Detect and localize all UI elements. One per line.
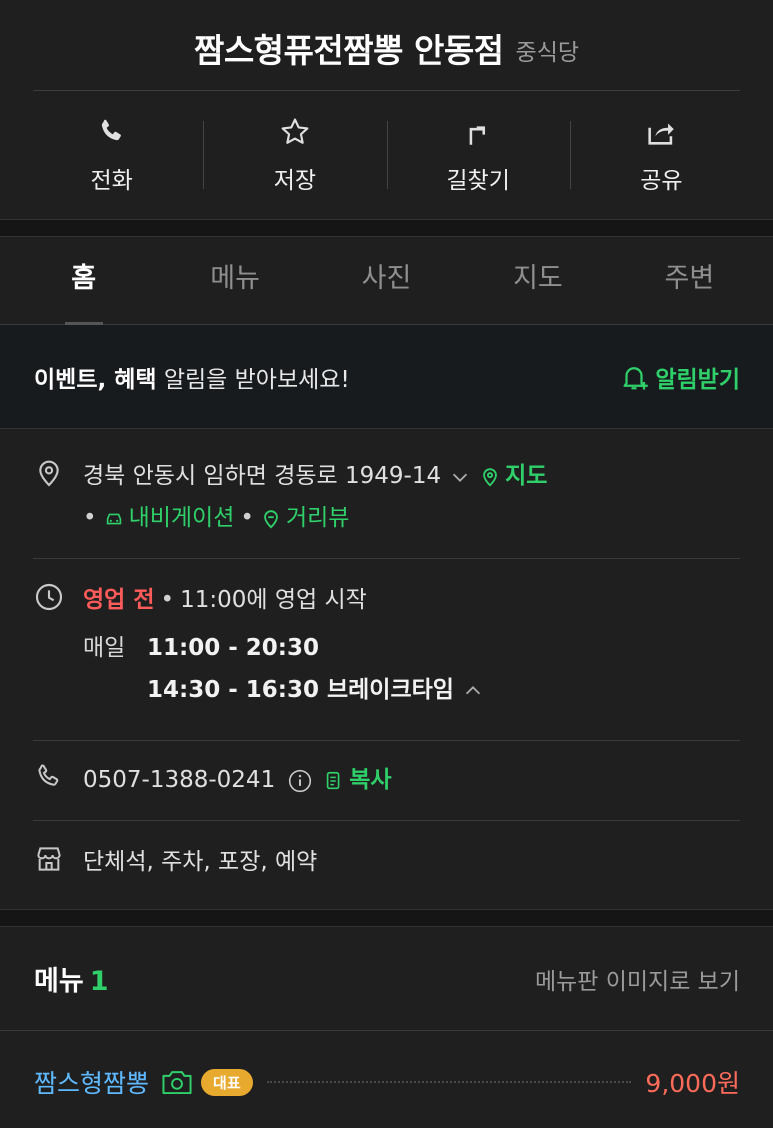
hours-open: 11:00 - 20:30: [147, 635, 319, 661]
notice-rest: 알림을 받아보세요!: [156, 366, 350, 393]
directions-icon: [469, 126, 486, 145]
notice-bold: 이벤트, 혜택: [34, 366, 157, 393]
directions-label: 길찾기: [446, 168, 510, 194]
section-gap: [0, 219, 773, 237]
call-button[interactable]: 전화: [20, 91, 203, 219]
call-label: 전화: [90, 168, 133, 194]
place-page: 짬스형퓨전짬뽕 안동점 중식당 전화 저장 길찾기 공유 홈 메뉴 사진 지도 …: [0, 0, 773, 1128]
directions-button[interactable]: 길찾기: [386, 91, 570, 219]
place-title: 짬스형퓨전짬뽕 안동점: [193, 31, 504, 70]
signature-badge: 대표: [201, 1068, 253, 1096]
menu-title: 메뉴: [34, 966, 84, 997]
share-icon: [648, 123, 675, 145]
street-view-icon: [264, 509, 278, 529]
street-view-link[interactable]: 거리뷰: [260, 505, 349, 531]
menu-item-price: 9,000원: [645, 1069, 740, 1098]
business-status-detail: 11:00에 영업 시작: [180, 587, 367, 613]
navigation-link[interactable]: 내비게이션: [103, 505, 234, 531]
tab-map[interactable]: 지도: [462, 237, 613, 325]
tab-home[interactable]: 홈: [8, 237, 159, 325]
amenities-row: 단체석, 주차, 포장, 예약: [33, 821, 740, 909]
address-row: 경북 안동시 임하면 경동로 1949-14 지도 • 내비게이션 • 거리뷰: [33, 429, 740, 559]
share-button[interactable]: 공유: [569, 91, 753, 219]
copy-icon: [326, 771, 340, 789]
info-section: 경북 안동시 임하면 경동로 1949-14 지도 • 내비게이션 • 거리뷰 영업 전…: [0, 429, 773, 909]
action-bar: 전화 저장 길찾기 공유: [0, 91, 773, 219]
menu-header: 메뉴 1 메뉴판 이미지로 보기: [0, 927, 773, 1031]
phone-icon: [101, 119, 121, 141]
subscribe-alert-label: 알림받기: [655, 366, 740, 393]
menu-item[interactable]: 짬스형짬뽕 대표 9,000원: [0, 1031, 773, 1128]
hours-break: 14:30 - 16:30 브레이크타임: [147, 677, 454, 703]
tab-nearby[interactable]: 주변: [614, 237, 765, 325]
phone-row: 0507-1388-0241 복사: [33, 741, 740, 821]
hours-detail: 매일 11:00 - 20:30 14:30 - 16:30 브레이크타임: [83, 627, 740, 711]
hours-day: 매일: [83, 635, 126, 661]
place-header: 짬스형퓨전짬뽕 안동점 중식당: [0, 0, 773, 90]
notice-text: 이벤트, 혜택 알림을 받아보세요!: [34, 360, 350, 394]
share-label: 공유: [640, 168, 683, 194]
map-pin-icon: [483, 467, 497, 487]
tab-bar: 홈 메뉴 사진 지도 주변: [0, 237, 773, 325]
tab-menu[interactable]: 메뉴: [159, 237, 310, 325]
info-icon[interactable]: [287, 768, 313, 794]
bell-plus-icon: [623, 366, 649, 389]
phone-outline-icon: [38, 764, 59, 786]
address-text: 경북 안동시 임하면 경동로 1949-14: [83, 463, 442, 489]
save-button[interactable]: 저장: [203, 91, 386, 219]
phone-number[interactable]: 0507-1388-0241: [83, 767, 275, 793]
menu-count: 1: [89, 966, 109, 997]
dotted-leader: [266, 1081, 632, 1083]
tab-photos[interactable]: 사진: [311, 237, 462, 325]
section-gap: [0, 909, 773, 927]
copy-phone-button[interactable]: 복사: [323, 767, 392, 793]
star-icon: [281, 118, 309, 144]
car-icon: [106, 513, 121, 524]
business-status: 영업 전: [83, 587, 155, 613]
place-category: 중식당: [515, 40, 580, 66]
store-icon: [37, 847, 61, 871]
location-pin-icon: [39, 460, 59, 487]
chevron-up-icon[interactable]: [462, 680, 484, 702]
clock-icon: [35, 583, 63, 611]
hours-row: 영업 전 • 11:00에 영업 시작 매일 11:00 - 20:30 14:30…: [33, 559, 740, 741]
map-link[interactable]: 지도: [479, 463, 547, 489]
chevron-down-icon[interactable]: [449, 466, 471, 488]
subscribe-alert-button[interactable]: 알림받기: [619, 360, 740, 394]
menu-image-link[interactable]: 메뉴판 이미지로 보기: [535, 962, 740, 996]
save-label: 저장: [273, 168, 317, 194]
event-notice: 이벤트, 혜택 알림을 받아보세요! 알림받기: [0, 325, 773, 429]
camera-icon: [162, 1071, 192, 1095]
amenities-text: 단체석, 주차, 포장, 예약: [83, 849, 318, 875]
menu-item-name: 짬스형짬뽕: [34, 1069, 150, 1098]
